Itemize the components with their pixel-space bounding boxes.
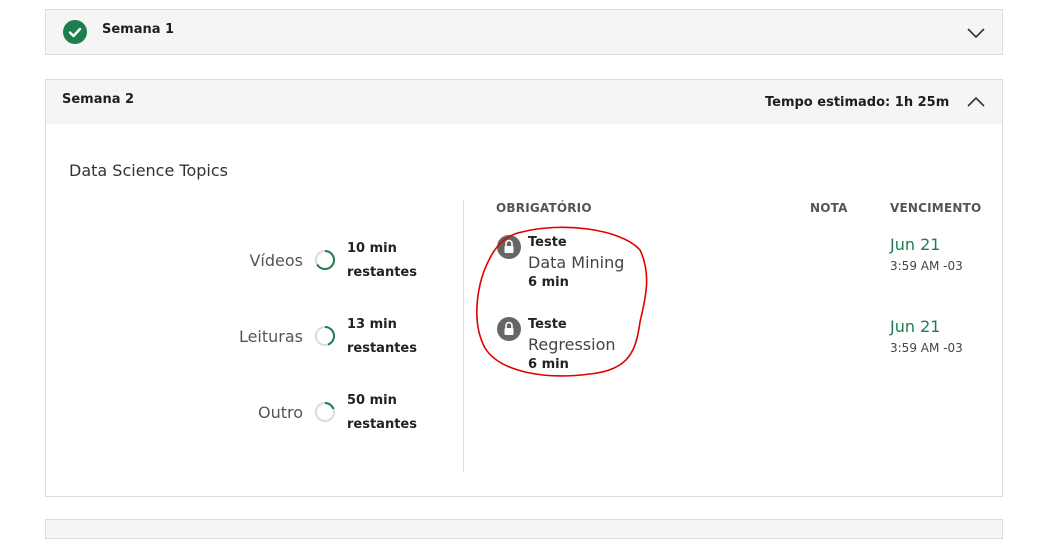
item-duration: 6 min bbox=[528, 357, 569, 372]
progress-ring-icon bbox=[314, 249, 336, 271]
column-header-required: OBRIGATÓRIO bbox=[496, 201, 592, 215]
item-name[interactable]: Data Mining bbox=[528, 253, 624, 272]
chevron-up-icon[interactable] bbox=[964, 94, 988, 110]
chevron-down-icon[interactable] bbox=[964, 25, 988, 41]
progress-remaining-readings: 13 min restantes bbox=[347, 317, 417, 356]
item-duration: 6 min bbox=[528, 275, 569, 290]
progress-ring-icon bbox=[314, 325, 336, 347]
progress-label-other: Outro bbox=[257, 403, 303, 422]
column-header-due: VENCIMENTO bbox=[890, 201, 982, 215]
item-data-mining[interactable]: Teste Data Mining 6 min bbox=[528, 235, 624, 290]
progress-label-videos: Vídeos bbox=[249, 251, 303, 270]
week-2-panel: Semana 2 Tempo estimado: 1h 25m Data Sci… bbox=[45, 79, 1003, 497]
due-date: Jun 21 bbox=[890, 317, 941, 336]
progress-label-readings: Leituras bbox=[238, 327, 303, 346]
course-title: Data Science Topics bbox=[69, 161, 228, 180]
due-date: Jun 21 bbox=[890, 235, 941, 254]
progress-ring-icon bbox=[314, 401, 336, 423]
week-1-title: Semana 1 bbox=[102, 22, 175, 37]
lock-icon bbox=[497, 317, 521, 341]
progress-remaining-videos: 10 min restantes bbox=[347, 241, 417, 280]
week-2-header[interactable]: Semana 2 Tempo estimado: 1h 25m bbox=[46, 80, 1002, 124]
progress-remaining-other: 50 min restantes bbox=[347, 393, 417, 432]
item-name[interactable]: Regression bbox=[528, 335, 616, 354]
column-header-grade: NOTA bbox=[810, 201, 848, 215]
due-time: 3:59 AM -03 bbox=[890, 259, 963, 273]
item-type: Teste bbox=[528, 235, 567, 250]
check-circle-icon bbox=[63, 20, 87, 44]
item-type: Teste bbox=[528, 317, 567, 332]
week-3-panel[interactable] bbox=[45, 519, 1003, 539]
lock-icon bbox=[497, 235, 521, 259]
week-2-title: Semana 2 bbox=[62, 92, 135, 107]
due-time: 3:59 AM -03 bbox=[890, 341, 963, 355]
week-1-panel[interactable]: Semana 1 bbox=[45, 9, 1003, 55]
divider bbox=[463, 200, 464, 472]
estimated-time: Tempo estimado: 1h 25m bbox=[765, 95, 950, 110]
item-regression[interactable]: Teste Regression 6 min bbox=[528, 317, 616, 372]
